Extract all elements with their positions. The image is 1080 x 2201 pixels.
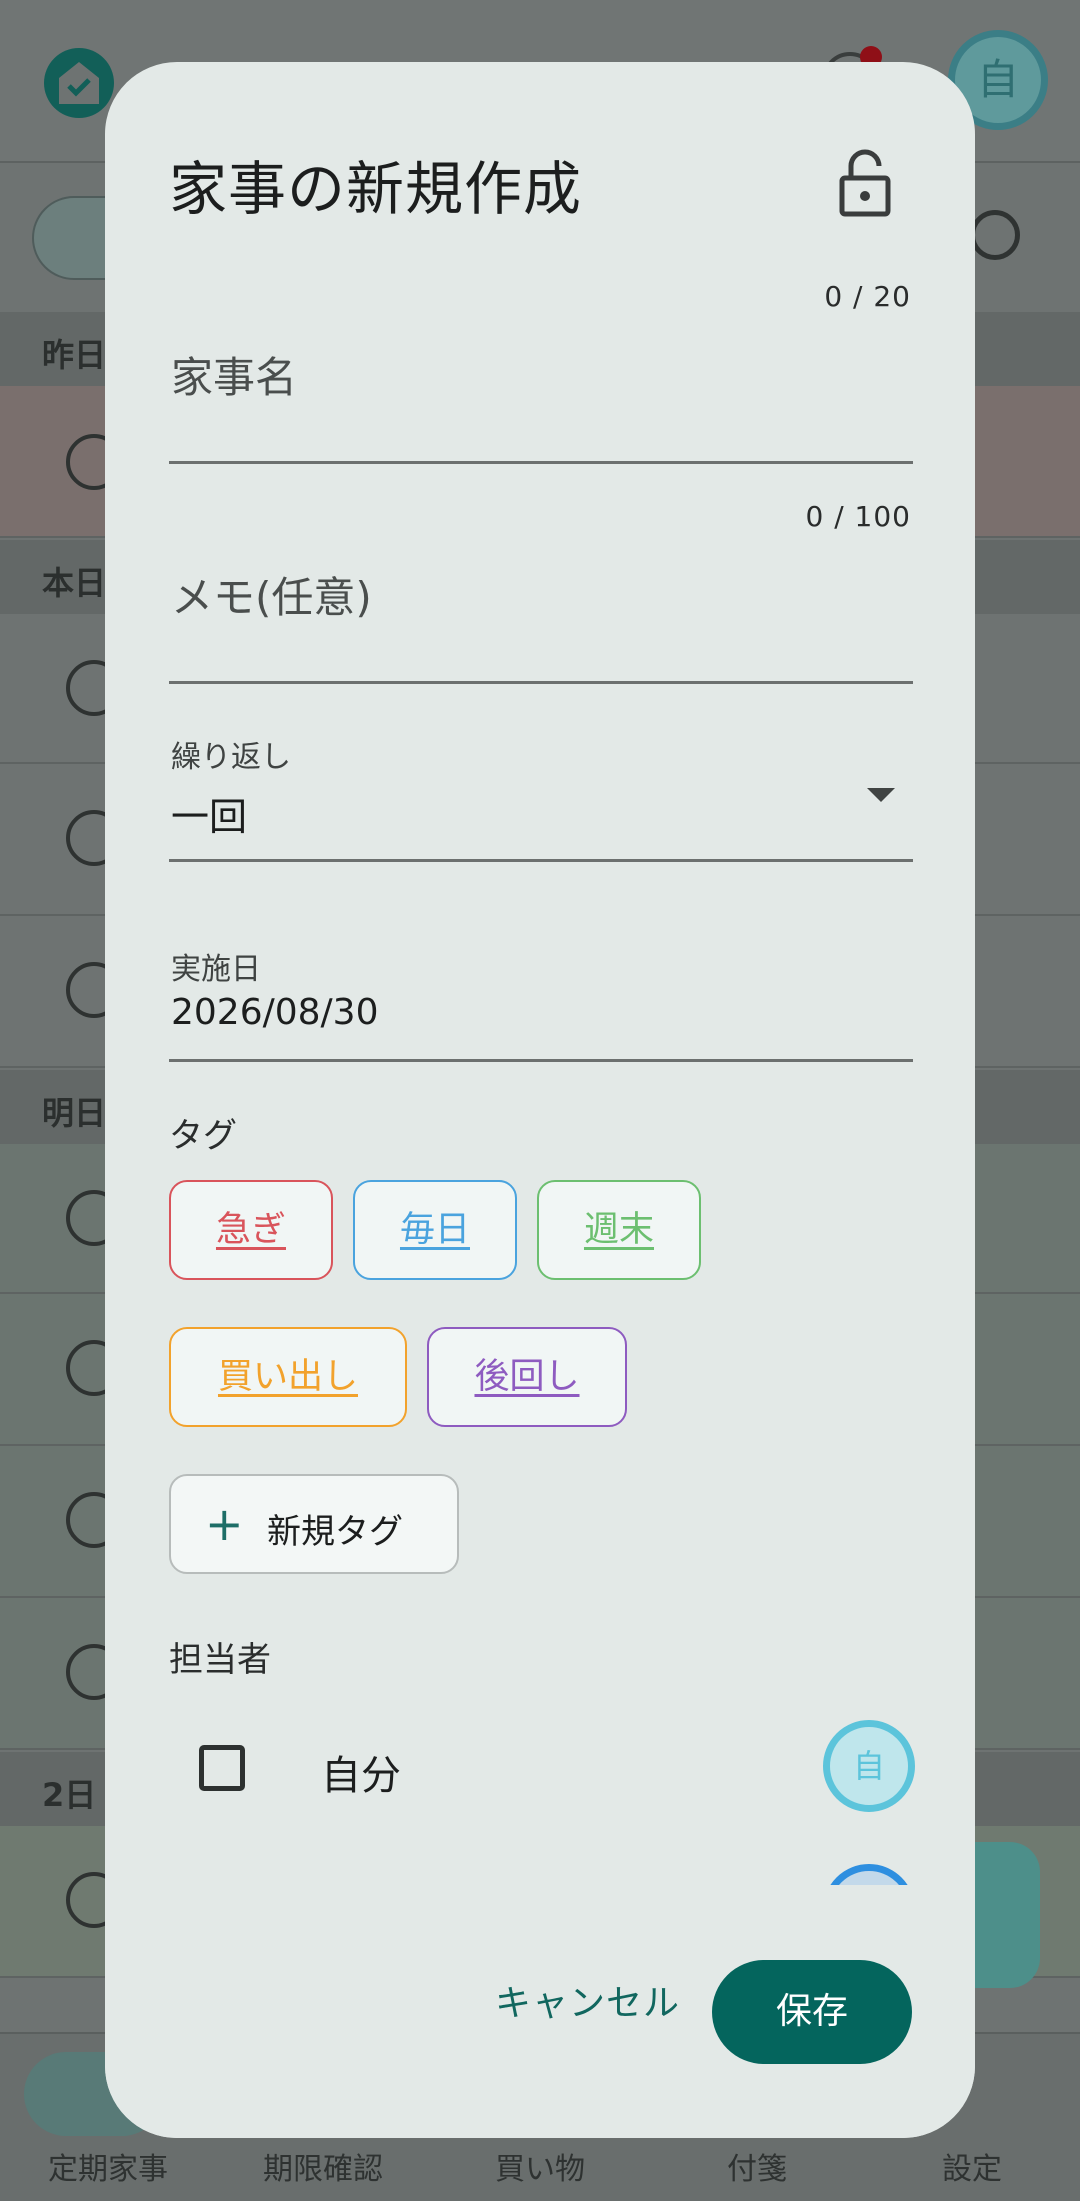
- create-chore-dialog: 家事の新規作成 0 / 20 家事名 0 / 100 メモ(任意) 繰り返し 一…: [105, 62, 975, 2138]
- assignee-avatar: 自: [823, 1720, 915, 1812]
- assignee-row[interactable]: 自分: [169, 1717, 913, 1817]
- lock-open-icon[interactable]: [835, 148, 895, 218]
- repeat-dropdown[interactable]: 繰り返し 一回: [169, 730, 913, 862]
- nav-item-notes[interactable]: 付箋: [667, 2144, 847, 2188]
- chore-name-placeholder: 家事名: [171, 353, 298, 402]
- section-title: 2日: [42, 1776, 97, 1814]
- dialog-title: 家事の新規作成: [169, 155, 583, 223]
- assignee-checkbox[interactable]: [199, 1745, 245, 1791]
- section-title: 昨日: [42, 336, 107, 374]
- assignee-name: 自分: [321, 1753, 401, 1799]
- tag-chip[interactable]: 週末: [537, 1180, 701, 1280]
- save-button[interactable]: 保存: [712, 1960, 912, 2064]
- repeat-label: 繰り返し: [171, 740, 291, 775]
- section-title: 明日: [42, 1094, 107, 1132]
- app-logo: [44, 48, 114, 118]
- dropdown-arrow-icon: [867, 788, 895, 802]
- name-char-counter: 0 / 20: [824, 280, 911, 313]
- nav-item-shopping[interactable]: 買い物: [450, 2144, 630, 2188]
- cancel-button[interactable]: キャンセル: [495, 1974, 680, 2026]
- section-title: 本日: [42, 564, 107, 602]
- date-value: 2026/08/30: [171, 992, 379, 1033]
- memo-placeholder: メモ(任意): [171, 573, 372, 622]
- memo-char-counter: 0 / 100: [805, 500, 911, 533]
- assignee-label: 担当者: [169, 1640, 271, 1680]
- tag-chip[interactable]: 急ぎ: [169, 1180, 333, 1280]
- tag-chip[interactable]: 後回し: [427, 1327, 627, 1427]
- history-icon[interactable]: [970, 210, 1020, 260]
- add-tag-label: 新規タグ: [267, 1512, 403, 1552]
- nav-item-settings[interactable]: 設定: [882, 2144, 1062, 2188]
- tag-chip[interactable]: 毎日: [353, 1180, 517, 1280]
- plus-icon: +: [205, 1497, 244, 1551]
- chore-name-field[interactable]: 家事名: [169, 344, 913, 464]
- tag-chip[interactable]: 買い出し: [169, 1327, 407, 1427]
- memo-field[interactable]: メモ(任意): [169, 564, 913, 684]
- nav-item-routine[interactable]: 定期家事: [18, 2144, 198, 2188]
- nav-item-deadline[interactable]: 期限確認: [233, 2144, 413, 2188]
- add-tag-button[interactable]: + 新規タグ: [169, 1474, 459, 1574]
- date-field[interactable]: 実施日 2026/08/30: [169, 942, 913, 1062]
- repeat-value: 一回: [171, 795, 248, 839]
- tags-label: タグ: [169, 1116, 237, 1156]
- date-label: 実施日: [171, 952, 261, 987]
